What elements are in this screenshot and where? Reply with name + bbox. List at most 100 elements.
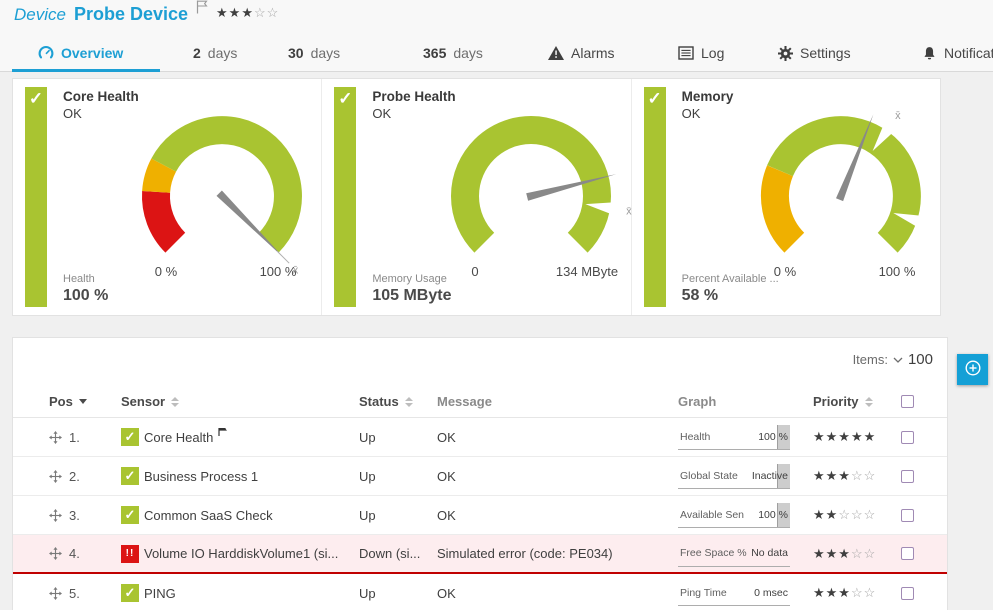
ok-status-bar: ✓ [25,87,47,307]
stars-filled: ★★★★★ [813,429,876,444]
move-icon[interactable] [49,547,62,560]
row-checkbox[interactable] [901,509,914,522]
mini-graph[interactable]: Free Space %No data [678,541,790,567]
move-icon[interactable] [49,431,62,444]
position-number: 4. [69,546,80,561]
message-cell: OK [437,469,678,484]
checkbox-cell [901,547,947,560]
sensor-name-link[interactable]: Common SaaS Check [144,508,273,523]
sensor-name-link[interactable]: Volume IO HarddiskVolume1 (si... [144,546,338,561]
graph-channel-label: Free Space % [678,547,747,559]
table-row[interactable]: 5.✓PINGUpOKPing Time0 msec★★★☆☆ [13,574,947,610]
column-header-priority[interactable]: Priority [813,394,901,409]
tab-2-days[interactable]: 2days [193,35,237,71]
gauge-metric: Percent Available ...58 % [682,273,779,305]
table-row[interactable]: 1.✓Core HealthUpOKHealth100 %★★★★★ [13,418,947,457]
move-icon[interactable] [49,587,62,600]
gauge-card-memory[interactable]: ✓MemoryOKx̄0 %100 %Percent Available ...… [632,79,940,315]
column-header-status[interactable]: Status [359,394,437,409]
tab-notifications[interactable]: Notifications [922,35,993,71]
position-cell: 1. [49,430,121,445]
row-checkbox[interactable] [901,547,914,560]
stars-filled: ★★★ [813,585,851,600]
priority-stars[interactable]: ★★★★★ [813,429,901,445]
plus-circle-icon [964,359,982,380]
tab-number: 2 [193,45,201,61]
graph-value: Inactive [752,470,790,482]
gauge-card-core-health[interactable]: ✓Core HealthOKx̄0 %100 %Health100 % [13,79,322,315]
priority-stars[interactable]: ★★☆☆☆ [813,507,901,523]
graph-channel-label: Global State [678,470,738,482]
priority-stars[interactable]: ★★★☆☆ [216,5,279,21]
tab-overview[interactable]: Overview [38,35,123,71]
mini-graph[interactable]: Health100 % [678,424,790,450]
tab-settings[interactable]: Settings [778,35,851,71]
stars-empty: ☆☆ [254,5,279,20]
row-checkbox[interactable] [901,431,914,444]
position-cell: 2. [49,469,121,484]
prtg-device-page: Device Probe Device ★★★☆☆ Overview2days3… [0,0,993,610]
mini-graph[interactable]: Available Sen100 % [678,502,790,528]
gauge-arc: x̄0 %100 % [706,81,966,281]
stars-empty: ☆☆ [851,546,876,561]
sensor-name-link[interactable]: Business Process 1 [144,469,258,484]
column-header-pos[interactable]: Pos [49,394,121,409]
gauge-icon [38,45,54,61]
priority-stars[interactable]: ★★★☆☆ [813,468,901,484]
ok-status-bar: ✓ [334,87,356,307]
add-sensor-button[interactable] [957,354,988,385]
select-all-checkbox[interactable] [901,395,914,408]
table-row[interactable]: 4. !!Volume IO HarddiskVolume1 (si...Down… [13,535,947,574]
sensor-name-link[interactable]: PING [144,586,176,601]
tab-365-days[interactable]: 365days [423,35,483,71]
average-marker-label: x̄ [895,110,901,122]
ok-status-bar: ✓ [644,87,666,307]
row-checkbox[interactable] [901,587,914,600]
checkbox-cell [901,431,947,444]
checkbox-cell [901,509,947,522]
column-label: Sensor [121,394,165,409]
column-header-sensor[interactable]: Sensor [121,394,359,409]
sort-icon [171,397,179,407]
sort-icon [865,397,873,407]
gauge-metric: Health100 % [63,273,108,305]
sensor-cell: ✓PING [121,584,359,602]
graph-value: 100 % [758,431,790,443]
gauge-card-probe-health[interactable]: ✓Probe HealthOKx̄0134 MByteMemory Usage1… [322,79,631,315]
graph-channel-label: Available Sen [678,509,744,521]
mini-graph[interactable]: Ping Time0 msec [678,580,790,606]
tab-log[interactable]: Log [678,35,724,71]
tab-label: days [453,45,483,61]
tab-30-days[interactable]: 30days [288,35,340,71]
gauges-panel: ✓Core HealthOKx̄0 %100 %Health100 %✓Prob… [12,78,941,316]
chevron-down-icon [893,350,903,368]
scale-max-label: 100 % [260,264,297,279]
priority-stars[interactable]: ★★★☆☆ [813,546,901,562]
table-row[interactable]: 3.✓Common SaaS CheckUpOKAvailable Sen100… [13,496,947,535]
move-icon[interactable] [49,509,62,522]
message-cell: OK [437,586,678,601]
position-number: 1. [69,430,80,445]
sensor-name-link[interactable]: Core Health [144,430,213,445]
metric-value: 105 MByte [372,287,451,305]
tab-label: Alarms [571,45,615,61]
flag-icon[interactable] [196,0,208,19]
stars-filled: ★★★ [813,546,851,561]
graph-cell: Health100 % [678,424,813,450]
items-count-dropdown[interactable]: Items: 100 [853,350,933,368]
move-icon[interactable] [49,470,62,483]
items-label: Items: [853,352,888,367]
check-icon: ✓ [338,89,352,108]
status-cell: Down (si... [359,546,437,561]
mini-graph[interactable]: Global State Inactive [678,463,790,489]
table-row[interactable]: 2.✓Business Process 1UpOKGlobal StateIna… [13,457,947,496]
log-icon [678,46,694,60]
metric-label: Percent Available ... [682,273,779,285]
page-title: Device Probe Device ★★★☆☆ [14,4,279,25]
stars-filled: ★★ [813,507,838,522]
tab-alarms[interactable]: Alarms [548,35,615,71]
row-checkbox[interactable] [901,470,914,483]
sensor-cell: !!Volume IO HarddiskVolume1 (si... [121,545,359,563]
priority-stars[interactable]: ★★★☆☆ [813,585,901,601]
tab-label: days [311,45,341,61]
